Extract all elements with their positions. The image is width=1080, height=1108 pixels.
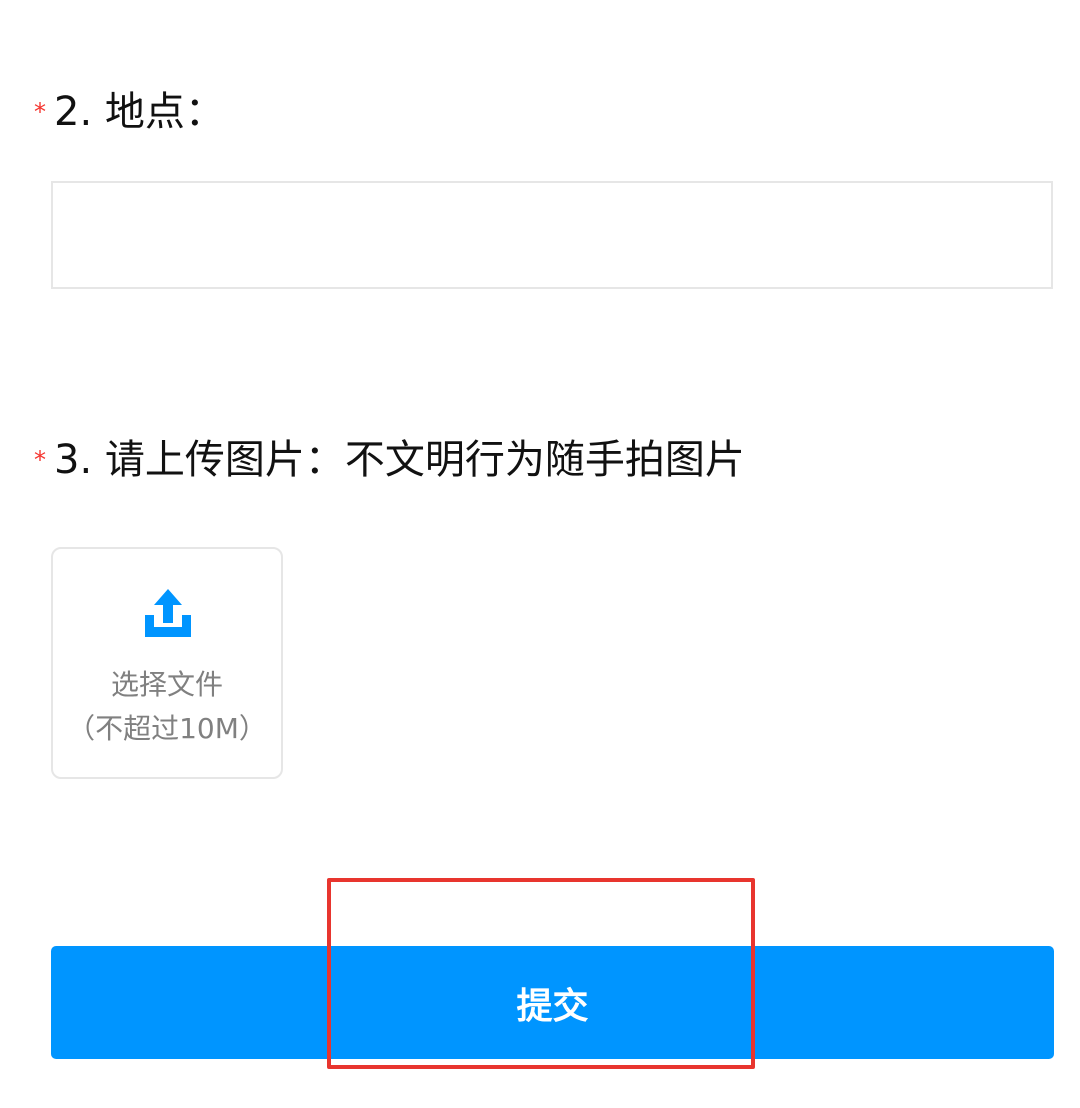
upload-size-limit: （不超过10M） — [67, 712, 267, 745]
question-3-text: 3. 请上传图片：不文明行为随手拍图片 — [54, 437, 745, 483]
question-2-text: 2. 地点： — [54, 89, 225, 135]
required-asterisk: * — [34, 98, 46, 126]
required-asterisk: * — [34, 446, 46, 474]
upload-label: 选择文件 — [110, 668, 223, 701]
upload-tray-icon — [145, 589, 191, 637]
submit-button[interactable]: 提交 — [51, 946, 1054, 1059]
file-upload-button[interactable]: 选择文件 （不超过10M） — [51, 547, 283, 779]
question-3-label: * 3. 请上传图片：不文明行为随手拍图片 — [28, 436, 745, 484]
question-2-label: * 2. 地点： — [28, 88, 225, 136]
location-input[interactable] — [51, 181, 1053, 289]
